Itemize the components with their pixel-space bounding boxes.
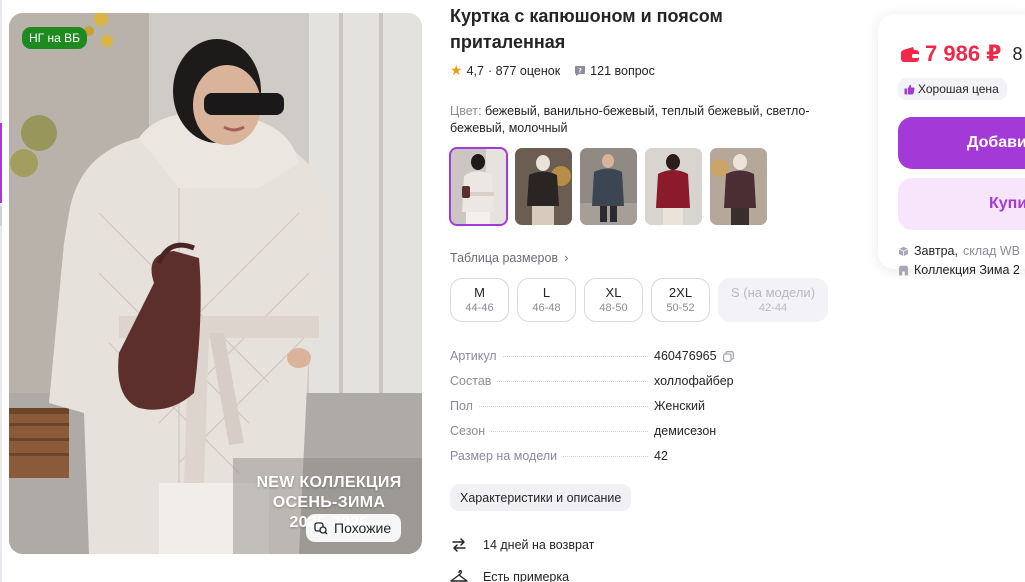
wallet-icon xyxy=(901,46,919,62)
copy-icon[interactable] xyxy=(722,350,734,362)
spec-row-article: Артикул 460476965 xyxy=(450,349,750,374)
product-specs: Артикул 460476965 Состав холлофайбер Пол… xyxy=(450,349,750,474)
size-label: 2XL xyxy=(668,285,693,300)
color-row: Цвет: бежевый, ванильно-бежевый, теплый … xyxy=(450,103,835,137)
old-price: 8 xyxy=(1012,43,1023,64)
size-range: 44-46 xyxy=(465,302,494,314)
spec-key: Пол xyxy=(450,399,473,413)
thumbnail-image xyxy=(645,148,702,225)
rating-value[interactable]: 4,7 xyxy=(467,64,484,78)
spec-dots xyxy=(502,356,648,357)
size-table-label: Таблица размеров xyxy=(450,250,559,265)
spec-key: Артикул xyxy=(450,349,497,363)
delivery-line: Завтра, склад WB xyxy=(898,244,1020,258)
spec-key: Сезон xyxy=(450,424,486,438)
price-card: 7 986 ₽ 8 Хорошая цена Добави Купи Завтр… xyxy=(878,14,1025,277)
add-to-cart-button[interactable]: Добави xyxy=(898,117,1025,169)
size-range: 46-48 xyxy=(532,302,561,314)
color-thumbnail-5[interactable] xyxy=(710,148,767,225)
size-range: 50-52 xyxy=(666,302,695,314)
price-row: 7 986 ₽ 8 xyxy=(900,41,1023,67)
color-thumbnails xyxy=(449,147,767,226)
spec-row-season: Сезон демисезон xyxy=(450,424,750,449)
size-label: L xyxy=(542,285,551,300)
similar-label: Похожие xyxy=(334,520,392,536)
color-value: бежевый, ванильно-бежевый, теплый бежевы… xyxy=(450,104,810,135)
color-label: Цвет: xyxy=(450,104,482,118)
thumbnail-image xyxy=(515,148,572,225)
spec-value-wrap: 460476965 xyxy=(654,349,750,363)
chevron-right-icon: › xyxy=(564,250,569,265)
questions-count[interactable]: 121 вопрос xyxy=(590,64,655,78)
similar-button[interactable]: Похожие xyxy=(306,514,402,542)
similar-icon xyxy=(314,522,328,535)
spec-dots xyxy=(491,431,648,432)
promo-badge: НГ на ВБ xyxy=(22,27,88,49)
return-arrows-icon xyxy=(452,538,466,552)
hanger-icon xyxy=(450,570,468,582)
promo-line-2: ОСЕНЬ-ЗИМА xyxy=(272,494,386,511)
spec-row-composition: Состав холлофайбер xyxy=(450,374,750,399)
spec-row-gender: Пол Женский xyxy=(450,399,750,424)
thumbnail-image xyxy=(580,148,637,225)
collection-label: Коллекция Зима 2 xyxy=(914,263,1020,277)
size-label: S (на модели) xyxy=(730,285,816,300)
spec-dots xyxy=(497,381,648,382)
color-thumbnail-3[interactable] xyxy=(580,148,637,225)
spec-row-model-size: Размер на модели 42 xyxy=(450,449,750,474)
main-product-photo[interactable]: NEW КОЛЛЕКЦИЯ ОСЕНЬ-ЗИМА 2025-2026 xyxy=(9,13,422,554)
size-chip-2xl[interactable]: 2XL 50-52 xyxy=(651,278,710,322)
size-range: 48-50 xyxy=(599,302,628,314)
color-thumbnail-1[interactable] xyxy=(449,147,508,226)
edge-scroll-marker-2 xyxy=(0,206,2,226)
product-title: Куртка с капюшоном и поясом приталенная xyxy=(450,6,723,52)
size-table-link[interactable]: Таблица размеров › xyxy=(450,250,568,265)
thumbnail-image xyxy=(710,148,767,225)
spec-dots xyxy=(478,406,648,407)
characteristics-button[interactable]: Характеристики и описание xyxy=(450,484,632,511)
spec-value: 460476965 xyxy=(654,349,717,363)
svg-text:?: ? xyxy=(578,66,582,74)
spec-value: демисезон xyxy=(654,424,717,438)
return-info[interactable]: 14 дней на возврат xyxy=(450,536,594,554)
star-icon: ★ xyxy=(450,62,463,78)
current-price: 7 986 ₽ xyxy=(925,41,1002,66)
delivery-day: Завтра, xyxy=(914,244,958,258)
good-price-badge: Хорошая цена xyxy=(898,78,1007,100)
spec-value: Женский xyxy=(654,399,705,413)
good-price-label: Хорошая цена xyxy=(918,82,999,96)
page-edge-strip xyxy=(0,0,2,582)
fitting-info[interactable]: Есть примерка xyxy=(450,568,569,582)
size-chip-m[interactable]: M 44-46 xyxy=(450,278,509,322)
return-info-label: 14 дней на возврат xyxy=(483,538,595,552)
collection-line[interactable]: Коллекция Зима 2 xyxy=(898,263,1020,277)
thumbs-up-icon xyxy=(904,84,915,94)
spec-value: 42 xyxy=(654,449,668,463)
size-chip-s-disabled: S (на модели) 42-44 xyxy=(718,278,828,322)
thumbnail-image xyxy=(450,148,507,225)
rating-row: ★ 4,7 · 877 оценок ? 121 вопрос xyxy=(450,62,655,79)
spec-key: Состав xyxy=(450,374,492,388)
color-thumbnail-2[interactable] xyxy=(515,148,572,225)
box-icon xyxy=(898,246,909,256)
edge-scroll-marker[interactable] xyxy=(0,123,2,203)
size-range: 42-44 xyxy=(758,302,788,314)
size-chip-xl[interactable]: XL 48-50 xyxy=(584,278,643,322)
buy-now-button[interactable]: Купи xyxy=(898,178,1025,230)
promo-line-1: NEW КОЛЛЕКЦИЯ xyxy=(256,474,402,491)
size-selector: M 44-46 L 46-48 XL 48-50 2XL 50-52 S (на… xyxy=(450,278,828,322)
question-icon: ? xyxy=(575,65,586,76)
size-chip-l[interactable]: L 46-48 xyxy=(517,278,576,322)
spec-key: Размер на модели xyxy=(450,449,558,463)
reviews-count[interactable]: · 877 оценок xyxy=(488,64,560,78)
spec-dots xyxy=(563,456,648,457)
spec-value: холлофайбер xyxy=(654,374,734,388)
fitting-info-label: Есть примерка xyxy=(483,570,570,582)
size-label: XL xyxy=(605,285,622,300)
size-label: M xyxy=(474,285,485,300)
shop-icon xyxy=(898,265,909,275)
delivery-place: склад WB xyxy=(962,244,1020,258)
color-thumbnail-4[interactable] xyxy=(645,148,702,225)
